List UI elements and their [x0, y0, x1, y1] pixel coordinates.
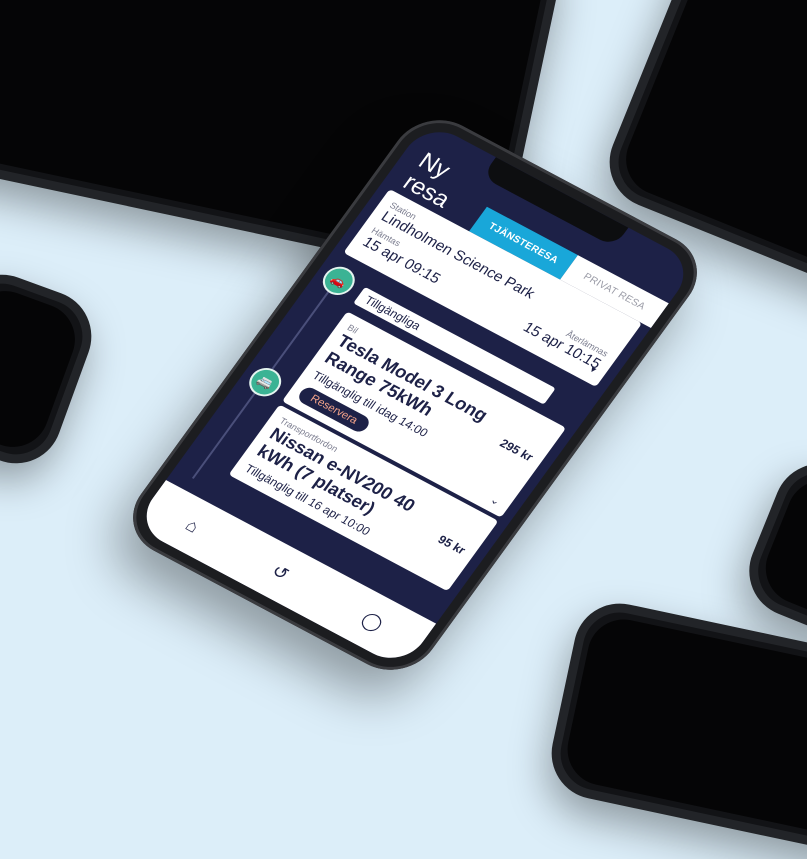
phone-frame: Ny resa TJÄNSTERESA PRIVAT RESA Station … [114, 105, 716, 685]
van-icon: 🚐 [243, 362, 288, 402]
home-icon[interactable]: ⌂ [181, 515, 203, 537]
vehicle-price: 95 kr [435, 532, 469, 558]
chevron-down-icon[interactable]: ⌄ [487, 493, 503, 508]
car-icon: 🚗 [316, 261, 361, 301]
history-icon[interactable]: ↺ [267, 560, 293, 584]
profile-icon[interactable]: ◯ [357, 608, 388, 635]
vehicle-price: 295 kr [497, 436, 536, 464]
app-screen: Ny resa TJÄNSTERESA PRIVAT RESA Station … [132, 120, 698, 670]
